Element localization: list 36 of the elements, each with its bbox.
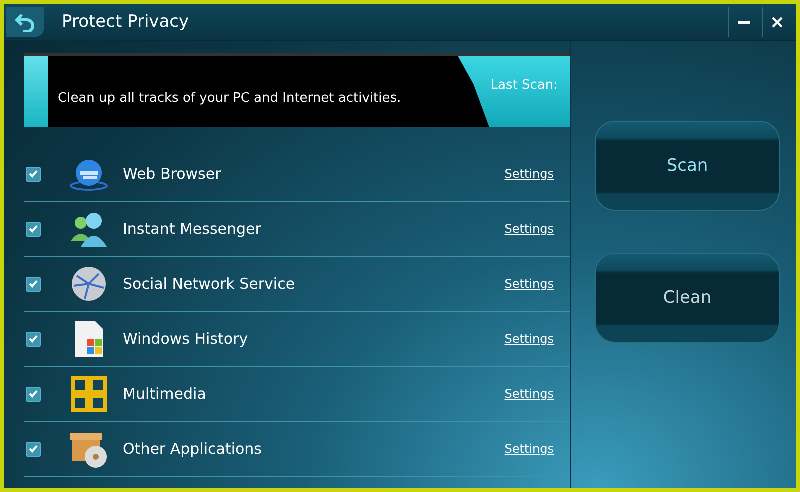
settings-link[interactable]: Settings [504,442,554,456]
settings-link[interactable]: Settings [504,167,554,181]
check-icon [29,225,38,233]
window-title: Protect Privacy [62,12,190,32]
category-label: Other Applications [123,440,263,458]
settings-link[interactable]: Settings [504,332,554,346]
category-label: Multimedia [123,385,208,403]
settings-link[interactable]: Settings [504,387,554,401]
minimize-icon [738,20,750,24]
close-icon [772,16,783,28]
banner-accent [24,56,48,127]
settings-link[interactable]: Settings [504,222,554,236]
category-label: Social Network Service [123,275,296,293]
check-icon [29,335,38,343]
check-icon [29,390,38,398]
back-button[interactable] [6,7,44,37]
check-icon [29,170,38,178]
settings-link[interactable]: Settings [504,277,554,291]
checkbox[interactable] [26,332,41,346]
scan-button[interactable]: Scan [595,121,780,211]
check-icon [29,280,38,288]
checkbox[interactable] [26,442,41,456]
clean-button[interactable]: Clean [595,253,780,343]
checkbox[interactable] [26,222,41,236]
category-label: Windows History [123,330,250,348]
checkbox[interactable] [26,386,41,402]
checkbox[interactable] [26,166,41,182]
check-icon [29,445,38,453]
category-label: Web Browser [123,165,222,183]
banner-text: Clean up all tracks of your PC and Internet activities. [58,91,402,106]
last-scan-label: Last Scan: [458,56,570,127]
checkbox[interactable] [26,276,41,292]
back-arrow-icon [14,12,36,32]
category-label: Instant Messenger [123,220,262,238]
squares-logo-icon [69,374,109,414]
globe-icon [69,264,109,304]
